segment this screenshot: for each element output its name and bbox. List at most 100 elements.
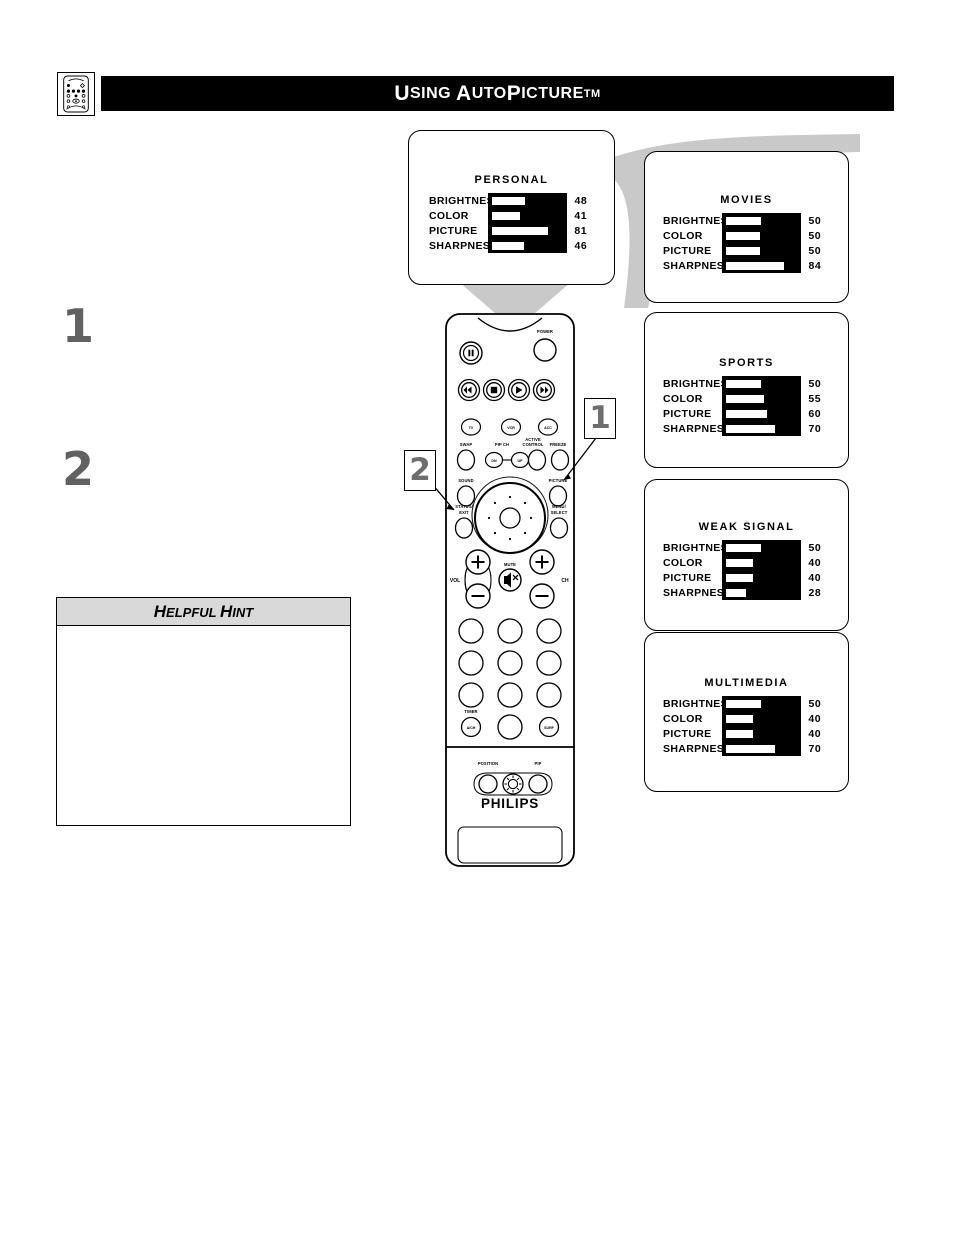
setting-row[interactable]: PICTURE 40: [663, 726, 838, 741]
callout-1: 1: [584, 398, 616, 439]
setting-label: COLOR: [429, 209, 469, 222]
remote-label-dn: DN: [491, 459, 497, 463]
setting-bar-track: [726, 261, 796, 270]
setting-bar-fill: [726, 588, 746, 597]
setting-bar-track: [725, 558, 795, 567]
setting-label: SHARPNESS: [663, 422, 732, 435]
setting-value: 46: [574, 239, 588, 252]
remote-label-vcr: VCR: [507, 426, 515, 430]
setting-row[interactable]: BRIGHTNESS 50: [663, 376, 838, 391]
setting-value: 50: [808, 541, 822, 554]
setting-row[interactable]: SHARPNESS 70: [663, 741, 838, 756]
setting-row[interactable]: COLOR 41: [429, 208, 604, 223]
setting-label: COLOR: [663, 229, 703, 242]
panel-multimedia-title: MULTIMEDIA: [704, 677, 789, 689]
setting-bar[interactable]: [722, 543, 800, 552]
panel-personal-title: PERSONAL: [474, 174, 549, 186]
setting-bar-fill: [725, 729, 754, 738]
setting-value: 50: [808, 697, 822, 710]
setting-row[interactable]: SHARPNESS 46: [429, 238, 604, 253]
setting-row[interactable]: PICTURE 81: [429, 223, 604, 238]
setting-bar[interactable]: [721, 246, 799, 255]
setting-label: BRIGHTNESS: [663, 541, 736, 554]
setting-label: BRIGHTNESS: [429, 194, 502, 207]
setting-bar-track: [726, 744, 796, 753]
remote-label-select: SELECT: [551, 510, 568, 515]
setting-row[interactable]: BRIGHTNESS 48: [429, 193, 604, 208]
setting-bar-fill: [725, 246, 761, 255]
setting-bar-fill: [725, 409, 768, 418]
setting-bar[interactable]: [488, 196, 566, 205]
setting-bar[interactable]: [721, 573, 799, 582]
setting-bar[interactable]: [721, 714, 799, 723]
setting-value: 70: [808, 422, 822, 435]
setting-bar[interactable]: [721, 394, 799, 403]
setting-row[interactable]: PICTURE 50: [663, 243, 838, 258]
setting-row[interactable]: BRIGHTNESS 50: [663, 540, 838, 555]
setting-value: 40: [808, 727, 822, 740]
setting-bar[interactable]: [721, 558, 799, 567]
setting-row[interactable]: PICTURE 60: [663, 406, 838, 421]
title-part-2: A: [456, 81, 472, 105]
setting-bar[interactable]: [722, 424, 800, 433]
setting-row[interactable]: COLOR 40: [663, 711, 838, 726]
setting-bar-track: [726, 424, 796, 433]
setting-row[interactable]: COLOR 55: [663, 391, 838, 406]
setting-label: SHARPNESS: [429, 239, 498, 252]
setting-bar[interactable]: [722, 744, 800, 753]
setting-bar[interactable]: [722, 588, 800, 597]
setting-row[interactable]: SHARPNESS 70: [663, 421, 838, 436]
setting-value: 84: [808, 259, 822, 272]
setting-bar[interactable]: [722, 261, 800, 270]
setting-bar[interactable]: [488, 241, 566, 250]
setting-bar-track: [725, 573, 795, 582]
setting-bar-fill: [725, 714, 754, 723]
setting-row[interactable]: SHARPNESS 84: [663, 258, 838, 273]
setting-bar-fill: [725, 394, 764, 403]
title-part-4: P: [506, 81, 522, 105]
remote-label-surf: SURF: [544, 726, 555, 730]
setting-bar-fill: [726, 216, 761, 225]
setting-bar[interactable]: [722, 379, 800, 388]
setting-label: SHARPNESS: [663, 259, 732, 272]
helpful-hint-body: [57, 626, 350, 642]
setting-label: PICTURE: [663, 571, 712, 584]
setting-bar-track: [725, 409, 795, 418]
setting-bar[interactable]: [721, 729, 799, 738]
panel-personal: PERSONAL BRIGHTNESS 48 COLOR 41 PICTURE 81 SHA…: [408, 130, 615, 285]
setting-bar[interactable]: [721, 409, 799, 418]
setting-row[interactable]: COLOR 50: [663, 228, 838, 243]
remote-label-sound: SOUND: [458, 478, 473, 483]
remote-brand-label: PHILIPS: [481, 796, 539, 811]
setting-bar[interactable]: [722, 216, 800, 225]
trademark-symbol: TM: [583, 87, 601, 100]
remote-label-status: STATUS/: [455, 504, 473, 509]
manual-page: U SING A UTO P ICTURE TM 1 2 HELPFUL HINT PO: [0, 0, 954, 1235]
setting-bar-fill: [726, 261, 785, 270]
setting-value: 40: [808, 556, 822, 569]
setting-value: 28: [808, 586, 822, 599]
setting-bar[interactable]: [722, 699, 800, 708]
setting-bar[interactable]: [721, 231, 799, 240]
hint-title-part-2: H: [219, 601, 233, 621]
hint-title-part-1: ELPFUL: [166, 604, 220, 620]
callout-2: 2: [404, 450, 436, 491]
setting-row[interactable]: BRIGHTNESS 50: [663, 213, 838, 228]
remote-label-picture: PICTURE: [549, 478, 568, 483]
setting-row[interactable]: SHARPNESS 28: [663, 585, 838, 600]
setting-row[interactable]: PICTURE 40: [663, 570, 838, 585]
panel-sports-title: SPORTS: [719, 357, 774, 369]
setting-bar-fill: [726, 379, 761, 388]
setting-label: PICTURE: [663, 244, 712, 257]
title-part-0: U: [394, 81, 410, 105]
setting-row[interactable]: COLOR 40: [663, 555, 838, 570]
setting-bar-track: [726, 379, 796, 388]
remote-label-power: POWER: [537, 329, 553, 334]
setting-bar-track: [725, 246, 795, 255]
setting-bar-fill: [492, 241, 524, 250]
setting-bar[interactable]: [487, 226, 565, 235]
setting-label: COLOR: [663, 712, 703, 725]
setting-row[interactable]: BRIGHTNESS 50: [663, 696, 838, 711]
callout-1-label: 1: [589, 400, 611, 436]
setting-bar[interactable]: [487, 211, 565, 220]
